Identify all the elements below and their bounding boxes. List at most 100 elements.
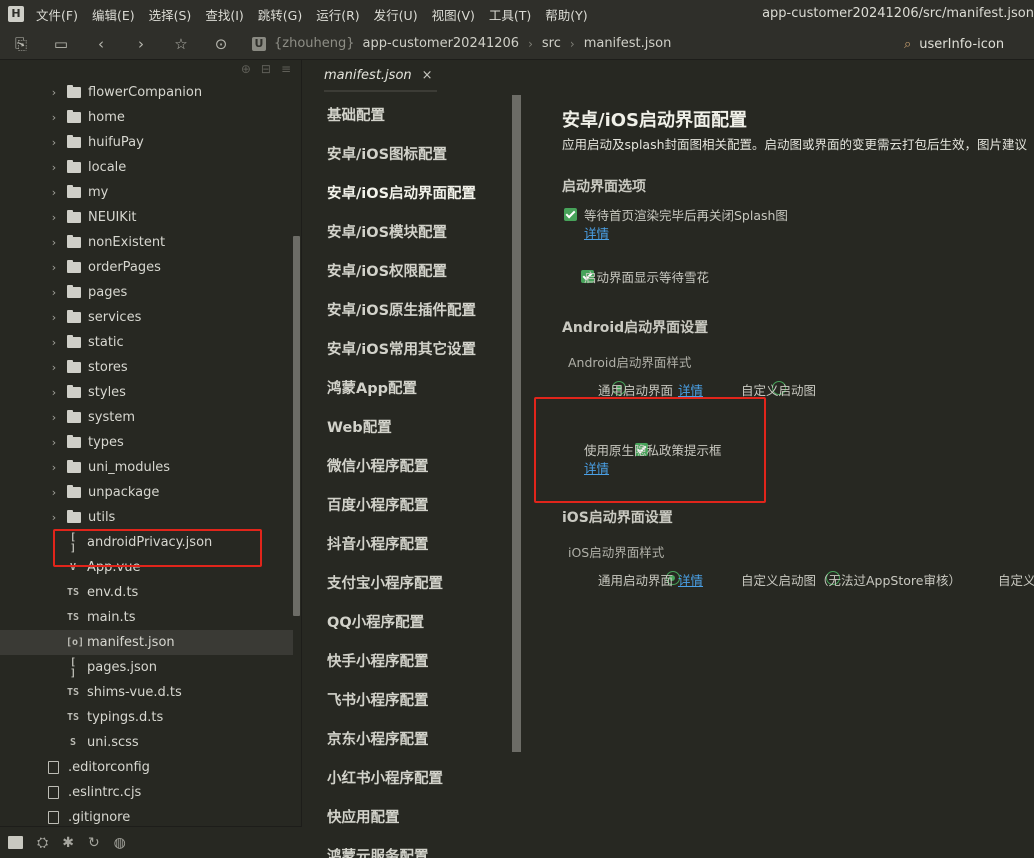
- folder-flowercompanion[interactable]: › flowerCompanion: [0, 80, 293, 105]
- nav-item-16[interactable]: 京东小程序配置: [327, 728, 429, 749]
- project-explorer: ⊕ ⊟ ≡ › flowerCompanion › home › huifuPay › loc…: [0, 60, 302, 826]
- folder-my[interactable]: › my: [0, 180, 293, 205]
- folder-uni_modules[interactable]: › uni_modules: [0, 455, 293, 480]
- nav-item-10[interactable]: 百度小程序配置: [327, 494, 429, 515]
- debug-icon[interactable]: ⛭: [37, 835, 48, 851]
- nav-item-14[interactable]: 快手小程序配置: [327, 650, 429, 671]
- nav-item-17[interactable]: 小红书小程序配置: [327, 767, 443, 788]
- highlight-box-privacy: [534, 397, 766, 503]
- new-file-icon[interactable]: ⎘: [12, 35, 30, 53]
- breadcrumb-project[interactable]: app-customer20241206: [363, 36, 520, 51]
- menu-select[interactable]: 选择(S): [149, 5, 192, 24]
- run-icon[interactable]: ⊙: [212, 35, 230, 53]
- nav-item-15[interactable]: 飞书小程序配置: [327, 689, 429, 710]
- menu-run[interactable]: 运行(R): [316, 5, 359, 24]
- nav-item-0[interactable]: 基础配置: [327, 104, 385, 125]
- nav-item-19[interactable]: 鸿蒙元服务配置: [327, 845, 429, 858]
- file-typings-d-ts[interactable]: TS typings.d.ts: [0, 705, 293, 730]
- folder-label: unpackage: [88, 485, 160, 500]
- nav-scrollbar[interactable]: [512, 95, 521, 752]
- folder-services[interactable]: › services: [0, 305, 293, 330]
- menu-tools[interactable]: 工具(T): [489, 5, 531, 24]
- app-logo-icon: H: [8, 6, 24, 22]
- menu-view[interactable]: 视图(V): [432, 5, 475, 24]
- folder-icon: [67, 135, 81, 148]
- file-icon: [48, 786, 59, 799]
- nav-item-1[interactable]: 安卓/iOS图标配置: [327, 143, 447, 164]
- folder-label: types: [88, 435, 124, 450]
- nav-item-2[interactable]: 安卓/iOS启动界面配置: [327, 182, 476, 203]
- file-pages-json[interactable]: [ ] pages.json: [0, 655, 293, 680]
- nav-item-7[interactable]: 鸿蒙App配置: [327, 377, 417, 398]
- menu-file[interactable]: 文件(F): [36, 5, 78, 24]
- menu-icon[interactable]: ≡: [281, 62, 291, 76]
- explorer-toggle-icon[interactable]: [8, 836, 23, 849]
- menu-publish[interactable]: 发行(U): [374, 5, 418, 24]
- folder-icon: [67, 260, 81, 273]
- ios-style-label: iOS启动界面样式: [568, 545, 665, 560]
- folder-unpackage[interactable]: › unpackage: [0, 480, 293, 505]
- detail-link-1[interactable]: 详情: [584, 223, 609, 242]
- breadcrumb-file[interactable]: manifest.json: [584, 36, 672, 51]
- folder-pages[interactable]: › pages: [0, 280, 293, 305]
- menu-edit[interactable]: 编辑(E): [92, 5, 135, 24]
- folder-home[interactable]: › home: [0, 105, 293, 130]
- root-file-0[interactable]: .editorconfig: [0, 755, 293, 780]
- nav-item-5[interactable]: 安卓/iOS原生插件配置: [327, 299, 476, 320]
- folder-styles[interactable]: › styles: [0, 380, 293, 405]
- root-file-1[interactable]: .eslintrc.cjs: [0, 780, 293, 805]
- forward-icon[interactable]: ›: [132, 35, 150, 53]
- folder-huifupay[interactable]: › huifuPay: [0, 130, 293, 155]
- wait-render-checkbox[interactable]: [564, 208, 577, 221]
- file-env-d-ts[interactable]: TS env.d.ts: [0, 580, 293, 605]
- folder-orderpages[interactable]: › orderPages: [0, 255, 293, 280]
- breadcrumb-src[interactable]: src: [542, 36, 561, 51]
- file-manifest-json[interactable]: [o] manifest.json: [0, 630, 293, 655]
- folder-utils[interactable]: › utils: [0, 505, 293, 530]
- back-icon[interactable]: ‹: [92, 35, 110, 53]
- folder-types[interactable]: › types: [0, 430, 293, 455]
- folder-system[interactable]: › system: [0, 405, 293, 430]
- folder-icon: [67, 185, 81, 198]
- search-box[interactable]: ⌕ userInfo-icon: [904, 32, 1034, 56]
- tab-manifest[interactable]: manifest.json ×: [324, 60, 437, 92]
- locate-icon[interactable]: ⊕: [241, 62, 251, 76]
- folder-neuikit[interactable]: › NEUIKit: [0, 205, 293, 230]
- nav-item-12[interactable]: 支付宝小程序配置: [327, 572, 443, 593]
- detail-link-4[interactable]: 详情: [678, 570, 703, 589]
- file-shims-vue-d-ts[interactable]: TS shims-vue.d.ts: [0, 680, 293, 705]
- nav-item-8[interactable]: Web配置: [327, 416, 392, 437]
- star-icon[interactable]: ☆: [172, 35, 190, 53]
- folder-label: home: [88, 110, 125, 125]
- explorer-scrollbar[interactable]: [293, 236, 300, 616]
- refresh-icon[interactable]: ↻: [88, 835, 100, 851]
- file-uni-scss[interactable]: Suni.scss: [0, 730, 293, 755]
- chevron-right-icon: ›: [569, 36, 575, 51]
- folder-nonexistent[interactable]: › nonExistent: [0, 230, 293, 255]
- ios-custom-label: 自定义启动图（无法过AppStore审核）: [741, 573, 961, 588]
- nav-item-11[interactable]: 抖音小程序配置: [327, 533, 429, 554]
- nav-item-13[interactable]: QQ小程序配置: [327, 611, 424, 632]
- nav-item-6[interactable]: 安卓/iOS常用其它设置: [327, 338, 476, 359]
- collapse-icon[interactable]: ⊟: [261, 62, 271, 76]
- bug-icon[interactable]: ✱: [62, 835, 74, 851]
- nav-item-18[interactable]: 快应用配置: [327, 806, 400, 827]
- folder-static[interactable]: › static: [0, 330, 293, 355]
- nav-item-9[interactable]: 微信小程序配置: [327, 455, 429, 476]
- menu-find[interactable]: 查找(I): [205, 5, 243, 24]
- close-icon[interactable]: ×: [422, 68, 433, 83]
- folder-stores[interactable]: › stores: [0, 355, 293, 380]
- nav-item-3[interactable]: 安卓/iOS模块配置: [327, 221, 447, 242]
- globe-icon[interactable]: ◍: [114, 835, 126, 851]
- root-file-2[interactable]: .gitignore: [0, 805, 293, 826]
- folder-locale[interactable]: › locale: [0, 155, 293, 180]
- save-icon[interactable]: ▭: [52, 35, 70, 53]
- file-icon: [48, 811, 59, 824]
- search-text[interactable]: userInfo-icon: [919, 37, 1004, 52]
- file-main-ts[interactable]: TS main.ts: [0, 605, 293, 630]
- nav-item-4[interactable]: 安卓/iOS权限配置: [327, 260, 447, 281]
- folder-icon: [67, 360, 81, 373]
- menu-goto[interactable]: 跳转(G): [258, 5, 302, 24]
- breadcrumb-user[interactable]: {zhouheng}: [274, 36, 355, 51]
- menu-help[interactable]: 帮助(Y): [545, 5, 587, 24]
